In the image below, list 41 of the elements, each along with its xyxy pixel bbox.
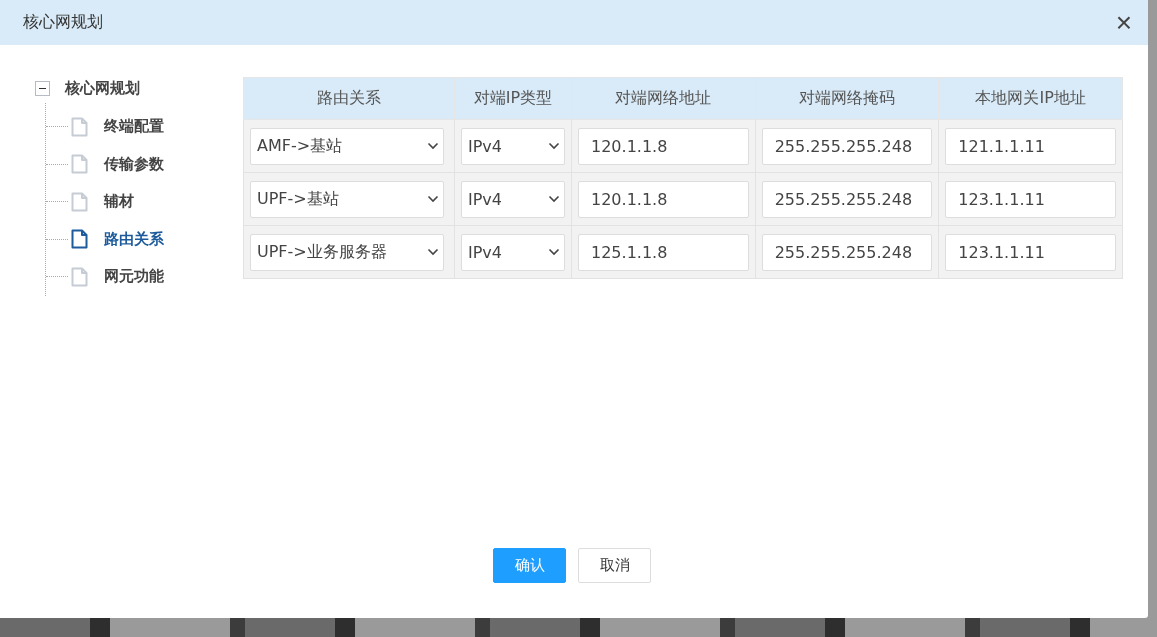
collapse-toggle-icon[interactable] [35, 80, 50, 96]
tree-item[interactable]: 网元功能 [104, 267, 164, 287]
document-icon [71, 266, 88, 287]
document-icon [71, 191, 88, 212]
document-icon [71, 229, 88, 250]
column-header: 对端IP类型 [454, 77, 572, 120]
close-button[interactable]: × [1111, 8, 1136, 37]
column-header: 路由关系 [243, 77, 455, 120]
chevron-down-icon [548, 195, 560, 203]
route-select[interactable]: UPF->基站 [250, 180, 444, 218]
ip-type-select[interactable]: IPv4 [461, 233, 565, 271]
gateway-field[interactable]: 121.1.1.11 [945, 127, 1116, 165]
dialog-title: 核心网规划 [23, 12, 103, 33]
chevron-down-icon [427, 195, 439, 203]
address-field[interactable]: 120.1.1.8 [578, 127, 749, 165]
document-icon [71, 154, 88, 175]
tree-item[interactable]: 终端配置 [104, 117, 164, 137]
tree-item[interactable]: 路由关系 [104, 229, 164, 249]
mask-field[interactable]: 255.255.255.248 [761, 180, 933, 218]
route-select[interactable]: UPF->业务服务器 [250, 233, 444, 271]
address-field[interactable]: 120.1.1.8 [578, 180, 749, 218]
chevron-down-icon [427, 142, 439, 150]
ip-type-select[interactable]: IPv4 [461, 127, 565, 165]
column-header: 本地网关IP地址 [938, 77, 1123, 120]
address-field[interactable]: 125.1.1.8 [578, 233, 749, 271]
mask-field[interactable]: 255.255.255.248 [761, 127, 933, 165]
chevron-down-icon [548, 142, 560, 150]
mask-field[interactable]: 255.255.255.248 [761, 233, 933, 271]
gateway-field[interactable]: 123.1.1.11 [945, 233, 1116, 271]
cancel-button[interactable]: 取消 [578, 548, 651, 583]
chevron-down-icon [427, 248, 439, 256]
ip-type-select[interactable]: IPv4 [461, 180, 565, 218]
document-icon [71, 116, 88, 137]
column-header: 对端网络地址 [571, 77, 756, 120]
gateway-field[interactable]: 123.1.1.11 [945, 180, 1116, 218]
tree-item[interactable]: 辅材 [104, 192, 134, 212]
tree-root-item[interactable]: 核心网规划 [65, 78, 140, 98]
chevron-down-icon [548, 248, 560, 256]
route-select[interactable]: AMF->基站 [250, 127, 444, 165]
column-header: 对端网络掩码 [755, 77, 939, 120]
tree-item[interactable]: 传输参数 [104, 154, 164, 174]
